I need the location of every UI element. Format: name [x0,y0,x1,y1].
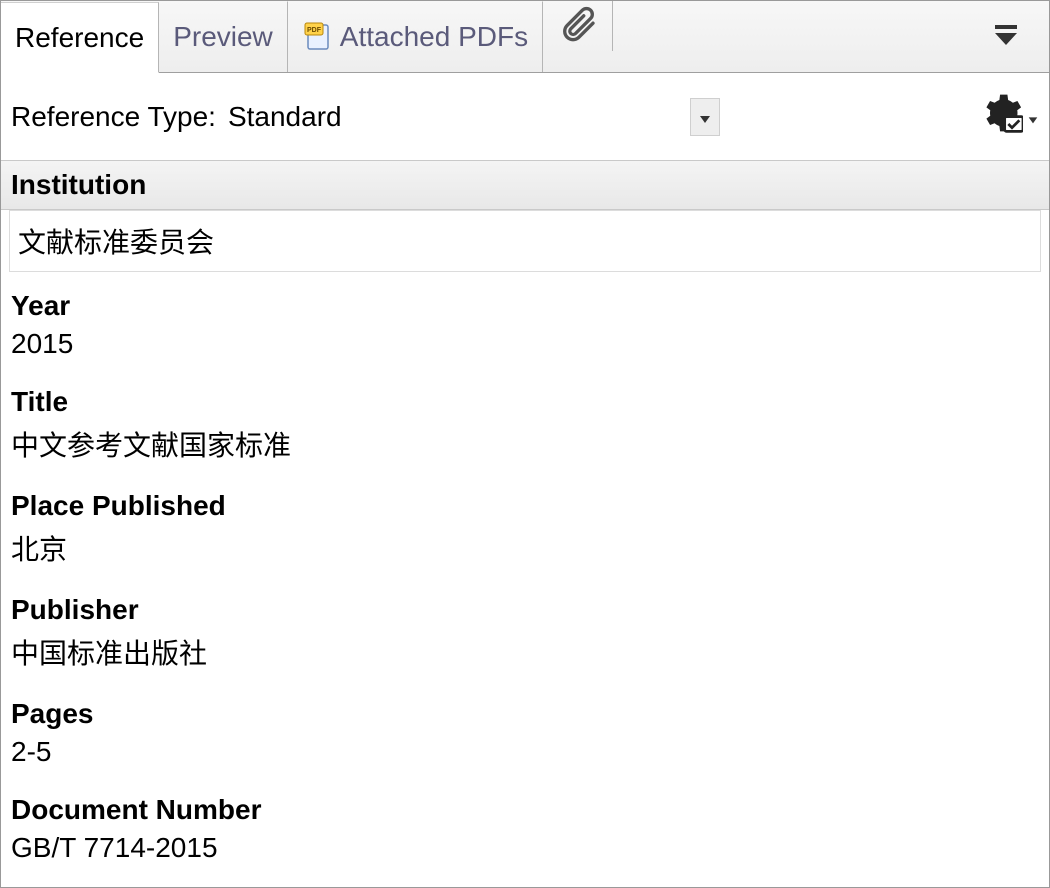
field-label: Year [1,280,1049,324]
svg-text:PDF: PDF [307,27,322,34]
chevron-down-icon [698,101,712,133]
field-label: Title [1,376,1049,420]
pdf-icon: PDF [302,21,334,53]
tab-preview[interactable]: Preview [159,1,288,72]
tab-attached-label: Attached PDFs [340,21,528,53]
reference-type-label: Reference Type: [11,101,216,133]
field-value[interactable]: 2015 [1,324,1049,376]
field-label: Publisher [1,584,1049,628]
field-value[interactable]: 2-5 [1,732,1049,784]
field-options-button[interactable] [979,91,1039,142]
reference-type-row: Reference Type: Standard [1,73,1049,160]
field-label: Place Published [1,480,1049,524]
chevron-down-icon [1027,101,1039,133]
tab-attached-pdfs[interactable]: PDF Attached PDFs [288,1,543,72]
fields-container: Institution文献标准委员会 Year2015Title中文参考文献国家标… [1,160,1049,887]
reference-type-value: Standard [228,101,342,133]
field-label: Pages [1,688,1049,732]
field-value[interactable]: 文献标准委员会 [9,210,1041,272]
tab-bar: Reference Preview PDF Attached PDFs [1,1,1049,73]
field-value[interactable]: 中国标准出版社 [1,628,1049,688]
field-value[interactable]: 中文参考文献国家标准 [1,420,1049,480]
tab-preview-label: Preview [173,21,273,53]
tab-reference[interactable]: Reference [1,2,159,73]
reference-panel: Reference Preview PDF Attached PDFs [0,0,1050,888]
field-label: Institution [1,160,1049,210]
gear-icon [979,91,1023,142]
attach-file-button[interactable] [543,1,613,51]
tab-bar-right-controls [981,1,1049,72]
panel-menu-button[interactable] [981,12,1031,62]
reference-type-dropdown[interactable] [690,98,720,136]
field-value[interactable]: 北京 [1,524,1049,584]
field-label: Document Number [1,784,1049,828]
field-value[interactable]: GB/T 7714-2015 [1,828,1049,880]
panel-menu-icon [991,19,1021,54]
tab-reference-label: Reference [15,22,144,54]
paperclip-icon [558,4,598,49]
